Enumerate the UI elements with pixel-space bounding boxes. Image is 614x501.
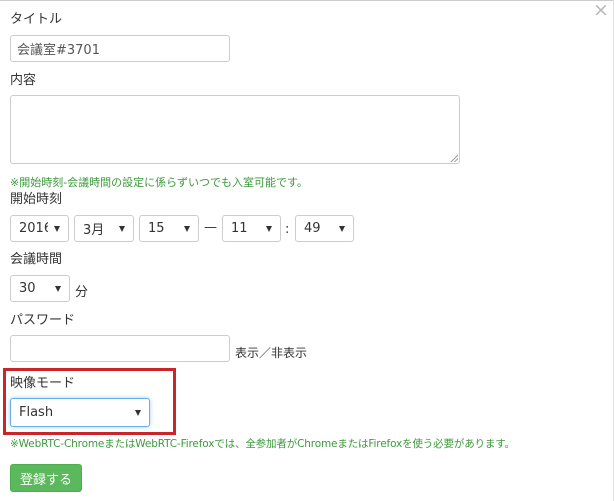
video-mode-label: 映像モード [10,376,76,391]
submit-button[interactable]: 登録する [10,464,82,492]
year-select[interactable]: 2016 [10,215,69,242]
video-mode-notice: ※WebRTC-ChromeまたはWebRTC-Firefoxでは、全参加者がC… [10,438,515,450]
dialog-top-border [0,0,614,1]
duration-unit: 分 [75,285,89,300]
duration-select[interactable]: 30 [10,275,70,302]
time-separator: : [285,222,290,237]
duration-select-value: 30 [19,281,36,296]
title-label: タイトル [10,12,63,27]
start-time-notice: ※開始時刻-会議時間の設定に係らずいつでも入室可能です。 [10,176,308,189]
password-toggle-link[interactable]: 表示／非表示 [235,345,307,361]
title-input[interactable] [10,35,230,62]
video-mode-select[interactable]: Flash [10,398,150,427]
year-select-value: 2016 [19,221,48,236]
chevron-down-icon [135,409,141,416]
chevron-down-icon [266,225,272,232]
chevron-down-icon [55,285,61,292]
content-label: 内容 [10,73,37,88]
duration-label: 会議時間 [10,252,63,267]
close-icon[interactable]: × [593,1,609,20]
chevron-down-icon [119,225,125,232]
chevron-down-icon [54,225,60,232]
minute-select[interactable]: 49 [295,215,354,242]
day-select-value: 15 [148,221,165,236]
month-select[interactable]: 3月 [74,215,134,242]
start-time-label: 開始時刻 [10,192,63,207]
minute-select-value: 49 [304,221,321,236]
chevron-down-icon [339,225,345,232]
content-textarea[interactable] [10,95,460,164]
hour-select[interactable]: 11 [222,215,281,242]
day-select[interactable]: 15 [139,215,199,242]
month-select-value: 3月 [83,223,105,238]
resize-grip-icon[interactable] [450,154,458,162]
range-separator: — [204,220,217,235]
password-input[interactable] [10,335,230,362]
hour-select-value: 11 [231,221,248,236]
password-label: パスワード [10,313,76,328]
video-mode-select-value: Flash [19,405,54,420]
chevron-down-icon [184,225,190,232]
